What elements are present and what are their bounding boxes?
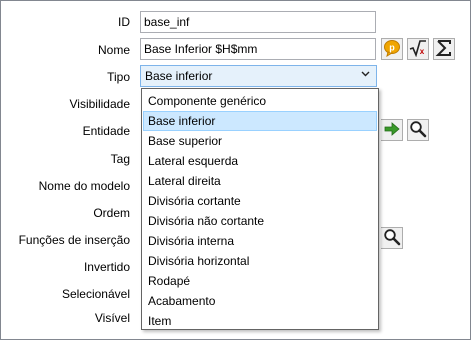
label-entidade: Entidade bbox=[82, 124, 130, 138]
magnifier-icon bbox=[409, 120, 427, 141]
label-visibilidade: Visibilidade bbox=[69, 97, 131, 111]
option-acabamento[interactable]: Acabamento bbox=[143, 291, 377, 311]
label-funcoes-insercao: Funções de inserção bbox=[18, 233, 130, 247]
comment-button[interactable]: p bbox=[381, 38, 403, 60]
option-base-superior[interactable]: Base superior bbox=[143, 131, 377, 151]
label-nome-modelo: Nome do modelo bbox=[38, 179, 130, 193]
label-id: ID bbox=[118, 15, 130, 29]
option-divisoria-interna[interactable]: Divisória interna bbox=[143, 231, 377, 251]
chevron-down-icon bbox=[361, 68, 370, 83]
label-tag: Tag bbox=[110, 152, 130, 166]
properties-panel: ID Nome Tipo Visibilidade Entidade Tag N… bbox=[0, 0, 471, 340]
go-button[interactable] bbox=[381, 119, 403, 141]
speech-bubble-icon: p bbox=[383, 39, 401, 60]
option-divisoria-horizontal[interactable]: Divisória horizontal bbox=[143, 251, 377, 271]
green-arrow-icon bbox=[383, 120, 401, 141]
magnifier-icon bbox=[383, 228, 401, 249]
entidade-search-button[interactable] bbox=[407, 119, 429, 141]
option-divisoria-cortante[interactable]: Divisória cortante bbox=[143, 191, 377, 211]
option-item[interactable]: Item bbox=[143, 311, 377, 331]
id-field[interactable]: base_inf bbox=[140, 11, 376, 33]
label-visivel: Visível bbox=[94, 311, 130, 325]
sum-button[interactable] bbox=[433, 38, 455, 60]
label-selecionavel: Selecionável bbox=[61, 287, 130, 301]
option-divisoria-nao-cortante[interactable]: Divisória não cortante bbox=[143, 211, 377, 231]
label-invertido: Invertido bbox=[83, 260, 130, 274]
nome-field[interactable]: Base Inferior $H$mm bbox=[140, 38, 376, 60]
label-tipo: Tipo bbox=[107, 70, 130, 84]
sigma-icon bbox=[435, 39, 453, 60]
label-ordem: Ordem bbox=[93, 206, 130, 220]
option-componente-generico[interactable]: Componente genérico bbox=[143, 91, 377, 111]
sqrt-formula-icon: x bbox=[409, 39, 427, 60]
label-nome: Nome bbox=[97, 43, 130, 57]
option-base-inferior[interactable]: Base inferior bbox=[143, 111, 377, 131]
tipo-select[interactable]: Base inferior bbox=[140, 65, 377, 87]
svg-text:x: x bbox=[420, 47, 425, 56]
tipo-select-value: Base inferior bbox=[145, 69, 213, 83]
option-lateral-esquerda[interactable]: Lateral esquerda bbox=[143, 151, 377, 171]
svg-text:p: p bbox=[389, 42, 395, 52]
option-lateral-direita[interactable]: Lateral direita bbox=[143, 171, 377, 191]
option-rodape[interactable]: Rodapé bbox=[143, 271, 377, 291]
funcoes-search-button[interactable] bbox=[381, 227, 403, 249]
tipo-dropdown-list: Componente genérico Base inferior Base s… bbox=[141, 88, 379, 330]
formula-button[interactable]: x bbox=[407, 38, 429, 60]
